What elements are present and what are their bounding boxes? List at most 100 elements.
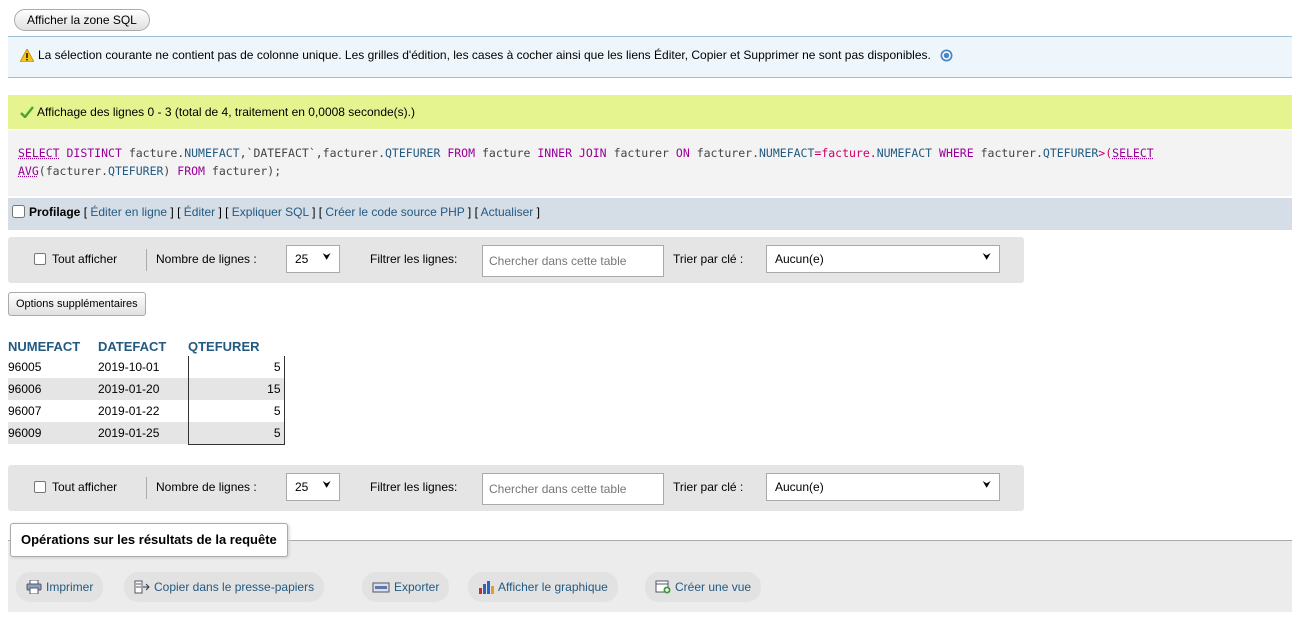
sql-text: facturer); <box>204 164 282 178</box>
chevron-down-icon: ⮟ <box>982 480 992 491</box>
bar-chart-icon <box>478 575 494 605</box>
sort-value: Aucun(e) <box>775 252 824 266</box>
sql-keyword: DISTINCT <box>66 146 122 160</box>
print-label: Imprimer <box>46 580 94 594</box>
profiling-label: Profilage <box>29 205 81 219</box>
cell-numefact: 96009 <box>8 422 98 444</box>
cell-numefact: 96007 <box>8 400 98 422</box>
sql-keyword[interactable]: AVG <box>18 164 39 178</box>
export-icon <box>372 575 390 605</box>
cell-numefact: 96005 <box>8 356 98 378</box>
filter-input[interactable]: Chercher dans cette table <box>482 473 664 505</box>
show-all-label: Tout afficher <box>52 480 118 494</box>
filter-label: Filtrer les lignes: <box>370 480 458 494</box>
cell-numefact: 96006 <box>8 378 98 400</box>
sql-keyword: INNER JOIN <box>537 146 607 160</box>
show-sql-box-button[interactable]: Afficher la zone SQL <box>14 9 150 31</box>
table-row: 96009 2019-01-25 5 <box>8 422 285 445</box>
create-view-button[interactable]: Créer une vue <box>645 572 762 605</box>
sql-keyword[interactable]: SELECT <box>18 146 60 160</box>
sql-text: facturer <box>613 146 669 160</box>
nav-bar-bottom: Tout afficher Nombre de lignes : 25 ⮟ Fil… <box>8 465 1024 511</box>
create-view-label: Créer une vue <box>675 580 752 594</box>
chevron-down-icon: ⮟ <box>322 252 332 263</box>
copy-clipboard-button[interactable]: Copier dans le presse-papiers <box>124 572 325 602</box>
cell-qtefurer: 5 <box>187 356 285 378</box>
print-button[interactable]: Imprimer <box>16 572 104 605</box>
table-row: 96006 2019-01-20 15 <box>8 378 285 400</box>
refresh-link[interactable]: Actualiser <box>481 205 534 219</box>
sort-value: Aucun(e) <box>775 480 824 494</box>
rows-select[interactable]: 25 ⮟ <box>286 473 340 501</box>
cell-datefact: 2019-10-01 <box>98 356 188 378</box>
sql-query-box: SELECT DISTINCT facture.NUMEFACT,`DATEFA… <box>8 130 1292 196</box>
column-header-qtefurer[interactable]: QTEFURER <box>188 336 284 356</box>
show-chart-label: Afficher le graphique <box>498 580 608 594</box>
sql-keyword[interactable]: SELECT <box>1112 146 1154 160</box>
filter-input[interactable]: Chercher dans cette table <box>482 245 664 277</box>
create-view-icon <box>655 575 671 605</box>
export-button[interactable]: Exporter <box>362 572 450 605</box>
sql-text: facture <box>481 146 531 160</box>
profiling-bar: Profilage [ Éditer en ligne ] [ Éditer ]… <box>8 198 1292 230</box>
sort-label: Trier par clé : <box>673 252 744 266</box>
sql-text: (facturer. <box>38 164 109 178</box>
profiling-checkbox[interactable] <box>12 205 25 218</box>
sql-keyword: FROM <box>447 146 476 160</box>
export-label: Exporter <box>394 580 440 594</box>
sql-column: NUMEFACT <box>184 146 240 160</box>
notice-text: La sélection courante ne contient pas de… <box>38 48 931 62</box>
printer-icon <box>26 575 42 605</box>
extra-options-button[interactable]: Options supplémentaires <box>8 292 146 316</box>
create-php-code-link[interactable]: Créer le code source PHP <box>325 205 464 219</box>
results-table: NUMEFACT DATEFACT QTEFURER 96005 2019-10… <box>8 336 285 445</box>
chevron-down-icon: ⮟ <box>322 480 332 491</box>
sql-column: NUMEFACT <box>759 146 815 160</box>
rows-value: 25 <box>295 480 309 494</box>
sql-column: QTEFURER <box>1042 146 1099 160</box>
divider <box>146 249 147 271</box>
sql-text: ,`DATEFACT`,facturer. <box>239 146 385 160</box>
rows-select[interactable]: 25 ⮟ <box>286 245 340 273</box>
rows-label: Nombre de lignes : <box>156 480 257 494</box>
table-row: 96005 2019-10-01 5 <box>8 356 285 378</box>
edit-link[interactable]: Éditer <box>184 205 215 219</box>
sql-operator: >( <box>1098 146 1113 160</box>
cell-qtefurer: 5 <box>187 400 285 422</box>
cell-datefact: 2019-01-22 <box>98 400 188 422</box>
help-icon[interactable] <box>940 49 953 65</box>
column-header-numefact[interactable]: NUMEFACT <box>8 336 98 356</box>
table-header-row: NUMEFACT DATEFACT QTEFURER <box>8 336 284 356</box>
sql-keyword: ON <box>675 146 690 160</box>
sql-text: ) <box>163 164 178 178</box>
sort-select[interactable]: Aucun(e) ⮟ <box>766 245 1000 273</box>
query-operations-legend: Opérations sur les résultats de la requê… <box>10 523 288 557</box>
filter-label: Filtrer les lignes: <box>370 252 458 266</box>
sql-text: facturer. <box>696 146 759 160</box>
show-all-checkbox[interactable] <box>34 253 46 265</box>
sql-column: QTEFURER <box>385 146 441 160</box>
chevron-down-icon: ⮟ <box>982 252 992 263</box>
divider <box>146 477 147 499</box>
check-icon <box>20 106 34 121</box>
rows-value: 25 <box>295 252 309 266</box>
show-all-checkbox[interactable] <box>34 481 46 493</box>
sql-text: facture. <box>128 146 185 160</box>
sql-text: facturer. <box>980 146 1043 160</box>
explain-sql-link[interactable]: Expliquer SQL <box>232 205 309 219</box>
sql-operator: =facture. <box>814 146 877 160</box>
success-message: Affichage des lignes 0 - 3 (total de 4, … <box>8 95 1292 129</box>
cell-datefact: 2019-01-20 <box>98 378 188 400</box>
show-all-label: Tout afficher <box>52 252 118 266</box>
warning-icon <box>19 47 35 65</box>
sql-column: QTEFURER <box>108 164 164 178</box>
show-all-toggle[interactable]: Tout afficher <box>34 252 117 266</box>
show-chart-button[interactable]: Afficher le graphique <box>468 572 618 602</box>
sql-line-1: SELECT DISTINCT facture.NUMEFACT,`DATEFA… <box>18 144 1292 162</box>
edit-inline-link[interactable]: Éditer en ligne <box>90 205 167 219</box>
show-all-toggle[interactable]: Tout afficher <box>34 480 117 494</box>
sql-keyword: FROM <box>177 164 205 178</box>
column-header-datefact[interactable]: DATEFACT <box>98 336 188 356</box>
rows-label: Nombre de lignes : <box>156 252 257 266</box>
sort-select[interactable]: Aucun(e) ⮟ <box>766 473 1000 501</box>
